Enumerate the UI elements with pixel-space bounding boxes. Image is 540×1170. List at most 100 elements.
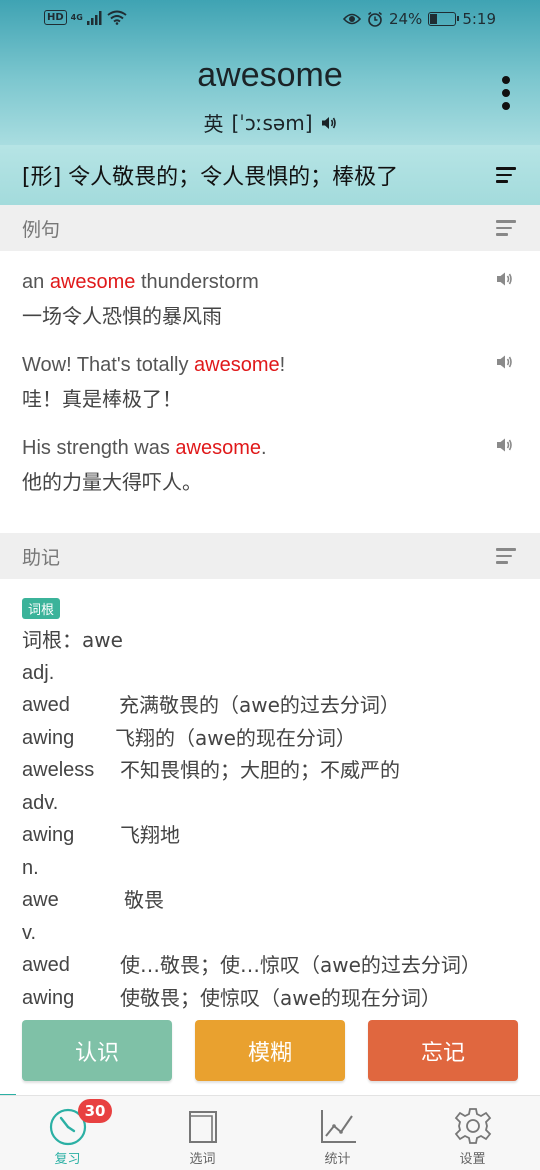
answer-buttons: 认识 模糊 忘记 [0,1020,540,1082]
tab-stats-label: 统计 [324,1152,351,1167]
pronunciation[interactable]: 英 [ˈɔːsəm] [0,108,540,137]
memory-word: adj. [22,661,55,684]
stats-chart-icon [320,1110,356,1143]
memory-content: 词根：awe adj. awed 充满敬畏的（awe的过去分词） awing 飞翔的… [22,624,481,1014]
memory-line: awing 飞翔地 [22,819,481,852]
speaker-icon[interactable] [496,437,514,453]
memory-section-title: 助记 [22,546,61,569]
memory-word: awed [22,694,70,716]
forget-button[interactable]: 忘记 [368,1020,518,1081]
memory-word: v. [22,921,37,944]
example-highlight: awesome [49,271,136,293]
example-english: an awesome thunderstorm [22,265,492,299]
memory-definition: 充满敬畏的（awe的过去分词） [119,693,400,717]
book-icon [188,1111,217,1143]
hd-indicator: HD [44,10,67,25]
word-title: awesome [197,56,343,94]
example-text: thunderstorm [135,271,259,293]
memory-definition: 敬畏 [124,888,164,912]
definition-bar: [形] 令人敬畏的；令人畏惧的；棒极了 [0,145,540,205]
tab-stats[interactable]: 统计 [270,1096,405,1170]
tab-select-words[interactable]: 选词 [135,1096,270,1170]
example-chinese: 哇！真是棒极了！ [22,387,182,411]
know-button[interactable]: 认识 [22,1020,172,1081]
memory-line: awed 充满敬畏的（awe的过去分词） [22,689,481,722]
collapse-lines-icon[interactable] [496,220,516,236]
accent-label: 英 [203,112,224,136]
memory-word: awing [22,726,75,749]
memory-line: n. [22,852,481,885]
memory-line: awe 敬畏 [22,884,481,917]
collapse-lines-icon[interactable] [496,167,516,183]
example-item: His strength was awesome. 他的力量大得吓人。 [22,431,492,499]
gear-icon [454,1108,491,1144]
memory-word: 词根：awe [22,628,123,652]
status-bar: HD 4G 24% 5:19 [0,0,540,40]
memory-definition: 使…敬畏；使…惊叹（awe的过去分词） [120,953,481,977]
speaker-icon[interactable] [321,116,337,130]
more-dot-icon [502,76,510,84]
example-text: His strength was [22,437,176,459]
memory-line: awed 使…敬畏；使…惊叹（awe的过去分词） [22,949,481,982]
definition-text: [形] 令人敬畏的；令人畏惧的；棒极了 [22,165,399,190]
example-text: an [22,271,50,293]
signal-icon [86,10,102,25]
battery-percent: 24% [388,10,423,28]
eye-icon [342,13,361,25]
memory-definition: 使敬畏；使惊叹（awe的现在分词） [120,985,441,1010]
memory-word: awing [22,986,75,1009]
memory-word: awe [22,889,59,911]
memory-definition: 不知畏惧的；大胆的；不威严的 [120,758,400,782]
memory-line: awing 飞翔的（awe的现在分词） [22,722,481,755]
memory-line: 词根：awe [22,624,481,657]
memory-line: v. [22,917,481,950]
alarm-icon [368,11,382,27]
tab-review-label: 复习 [54,1152,81,1167]
example-text: . [261,437,267,459]
example-text: ! [279,354,286,376]
clock: 5:19 [462,10,496,28]
memory-word: awed [22,954,70,976]
collapse-lines-icon[interactable] [496,548,516,564]
tab-settings[interactable]: 设置 [405,1096,540,1170]
more-menu-button[interactable] [500,76,512,110]
example-highlight: awesome [194,354,280,376]
phonetic-text: [ˈɔːsəm] [231,110,313,135]
example-item: an awesome thunderstorm 一场令人恐惧的暴风雨 [22,265,492,333]
memory-definition: 飞翔的（awe的现在分词） [115,725,356,750]
root-tag: 词根 [22,598,61,619]
memory-section-header[interactable]: 助记 [0,533,540,579]
speaker-icon[interactable] [496,354,514,370]
memory-word: awing [22,824,75,846]
example-chinese: 他的力量大得吓人。 [22,470,202,494]
memory-word: aweless [22,759,95,781]
memory-word: adv. [22,791,59,814]
memory-line: aweless 不知畏惧的；大胆的；不威严的 [22,754,481,787]
wifi-icon [107,10,127,25]
memory-definition: 飞翔地 [120,823,180,847]
example-chinese: 一场令人恐惧的暴风雨 [22,304,222,328]
more-dot-icon [502,102,510,110]
example-english: Wow! That's totally awesome! [22,348,492,382]
tab-select-label: 选词 [189,1152,216,1167]
network-type: 4G [70,12,83,22]
bottom-tab-bar: 复习 30 选词 统计 设置 [0,1095,540,1170]
more-dot-icon [502,89,510,97]
tab-settings-label: 设置 [459,1152,486,1167]
example-highlight: awesome [175,437,261,459]
examples-section-title: 例句 [22,218,61,241]
examples-section-header[interactable]: 例句 [0,205,540,251]
example-english: His strength was awesome. [22,431,492,465]
vague-button[interactable]: 模糊 [195,1020,345,1081]
example-text: Wow! That's totally [22,354,195,376]
word-header: HD 4G 24% 5:19 awesome 英 [ˈɔːsəm] [0,0,540,145]
memory-line: adj. [22,657,481,690]
memory-line: awing 使敬畏；使惊叹（awe的现在分词） [22,982,481,1015]
memory-line: adv. [22,787,481,820]
tab-review[interactable]: 复习 30 [0,1096,135,1170]
battery-fill [430,14,437,24]
speaker-icon[interactable] [496,271,514,287]
review-count-badge: 30 [78,1099,112,1123]
battery-icon [428,12,460,26]
memory-word: n. [22,856,39,879]
